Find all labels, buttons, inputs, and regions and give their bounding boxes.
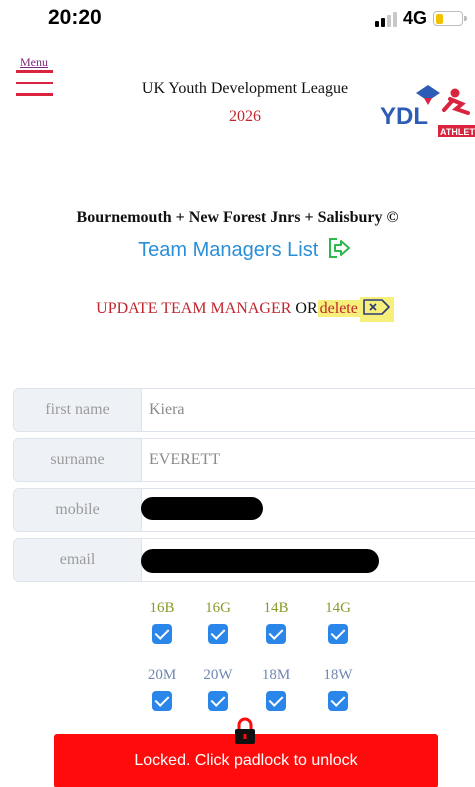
age-group-checkbox[interactable] [266,624,286,644]
age-group-checkbox[interactable] [266,691,286,711]
redaction-mark [141,497,263,520]
age-group-16g: 16G [196,600,240,649]
age-group-checkbox[interactable] [208,691,228,711]
ydl-logo: YDL ATHLETICS [380,80,475,140]
age-group-label: 14B [263,600,289,616]
age-group-18m: 18M [254,667,298,716]
club-name: Bournemouth + New Forest Jnrs + Salisbur… [76,209,399,226]
age-group-20w: 20W [196,667,240,716]
age-group-checkbox[interactable] [328,691,348,711]
signal-icon [374,11,397,27]
age-group-label: 18W [323,667,353,683]
age-group-label: 20M [147,667,177,683]
age-group-label: 16G [205,600,231,616]
svg-text:YDL: YDL [380,103,428,130]
surname-field[interactable]: EVERETT [142,439,475,481]
age-group-20m: 20M [140,667,184,716]
age-group-label: 20W [203,667,233,683]
team-managers-list-label[interactable]: Team Managers List [138,239,318,261]
status-time: 20:20 [48,6,102,29]
update-team-manager-label: UPDATE TEAM MANAGER [96,300,292,317]
status-indicators: 4G [374,8,467,29]
delete-icon[interactable] [359,297,394,322]
age-group-checkbox[interactable] [328,624,348,644]
network-type: 4G [402,8,427,28]
age-group-checkbox[interactable] [152,691,172,711]
age-group-label: 14G [325,600,351,616]
team-managers-list-link[interactable]: Team Managers List [0,237,475,265]
battery-icon [433,11,467,26]
svg-text:ATHLETICS: ATHLETICS [440,127,475,137]
age-group-14g: 14G [316,600,360,649]
age-group-checkbox[interactable] [152,624,172,644]
age-group-label: 18M [261,667,291,683]
padlock-icon[interactable] [233,717,257,750]
menu-link[interactable]: Menu [20,55,48,70]
email-label: email [14,539,142,581]
mobile-label: mobile [14,489,142,531]
redaction-mark [141,549,379,573]
update-line: UPDATE TEAM MANAGER OR delete [0,297,475,322]
first-name-field[interactable]: Kiera [142,389,475,431]
first-name-row: first name Kiera [13,388,475,432]
first-name-label: first name [14,389,142,431]
or-label: OR [295,300,318,317]
age-group-checkbox[interactable] [208,624,228,644]
age-group-18w: 18W [316,667,360,716]
exit-icon[interactable] [328,237,352,265]
delete-link[interactable]: delete [317,300,360,317]
age-group-label: 16B [149,600,175,616]
surname-row: surname EVERETT [13,438,475,482]
age-group-14b: 14B [254,600,298,649]
age-group-16b: 16B [140,600,184,649]
surname-label: surname [14,439,142,481]
